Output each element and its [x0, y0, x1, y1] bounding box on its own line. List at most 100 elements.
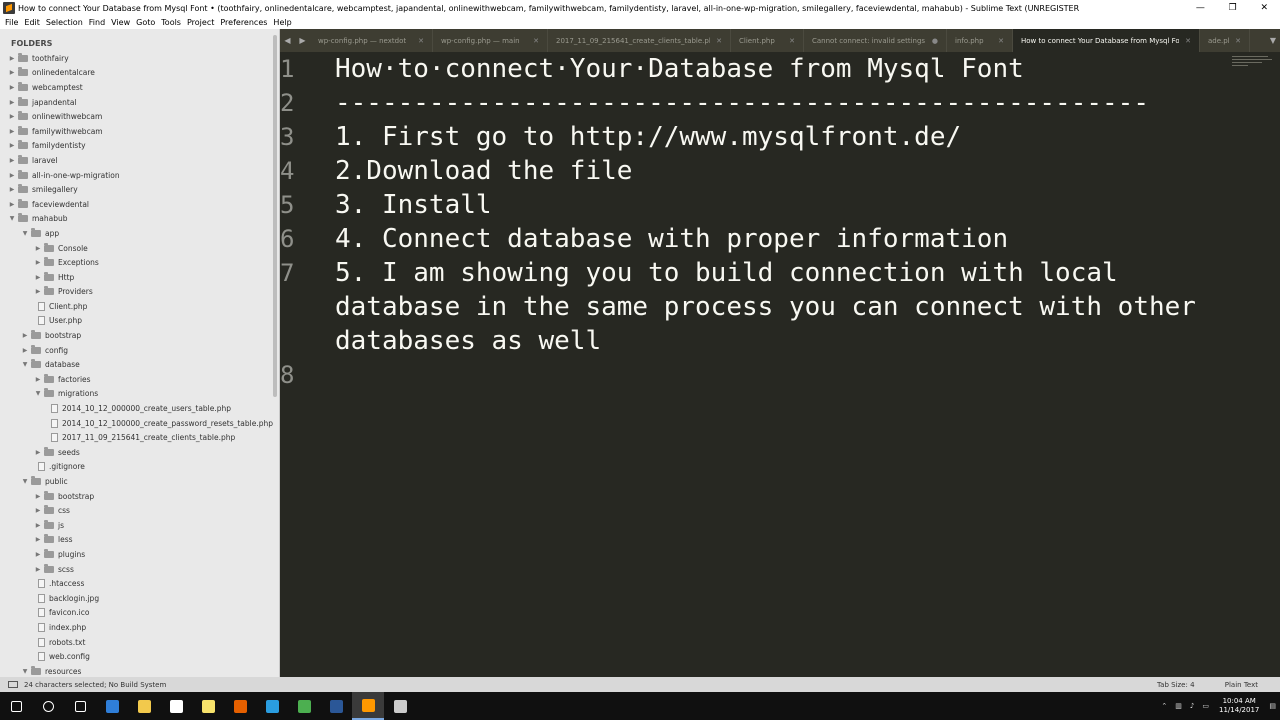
code-line[interactable]: 1. First go to http://www.mysqlfront.de/: [335, 120, 961, 154]
network-icon[interactable]: ▥: [1175, 702, 1182, 710]
sidebar-file[interactable]: web.config: [0, 649, 280, 664]
chevron-right-icon[interactable]: ▶: [8, 99, 16, 106]
tab-4[interactable]: Cannot connect: invalid settings ●: [804, 29, 947, 52]
chevron-right-icon[interactable]: ▶: [8, 84, 16, 91]
chevron-right-icon[interactable]: ▶: [34, 551, 42, 558]
sidebar-folder[interactable]: ▼ resources: [0, 664, 280, 677]
syntax-indicator[interactable]: Plain Text: [1225, 681, 1258, 689]
code-line[interactable]: How·to·connect·Your·Database from Mysql …: [335, 52, 1024, 86]
sidebar-folder[interactable]: ▼ mahabub: [0, 212, 280, 227]
tab-6[interactable]: How to connect Your Database from Mysql …: [1013, 29, 1200, 52]
sidebar-folder[interactable]: ▶ seeds: [0, 445, 280, 460]
tab-next-icon[interactable]: ▶: [299, 36, 305, 45]
taskbar-button[interactable]: [224, 692, 256, 720]
sidebar-folder[interactable]: ▶ Exceptions: [0, 255, 280, 270]
chevron-right-icon[interactable]: ▶: [21, 332, 29, 339]
sidebar-folder[interactable]: ▶ Http: [0, 270, 280, 285]
chevron-down-icon[interactable]: ▼: [21, 361, 29, 368]
sidebar-folder[interactable]: ▶ onlinewithwebcam: [0, 109, 280, 124]
sidebar-folder[interactable]: ▶ scss: [0, 562, 280, 577]
chevron-right-icon[interactable]: ▶: [8, 69, 16, 76]
code-line[interactable]: ----------------------------------------…: [335, 86, 1149, 120]
sidebar-folder[interactable]: ▶ bootstrap: [0, 489, 280, 504]
close-tab-icon[interactable]: ✕: [418, 37, 424, 45]
taskbar-button[interactable]: [320, 692, 352, 720]
tab-7[interactable]: ade.php ✕: [1200, 29, 1250, 52]
sidebar-folder[interactable]: ▶ factories: [0, 372, 280, 387]
chevron-right-icon[interactable]: ▶: [8, 113, 16, 120]
sidebar-folder[interactable]: ▶ less: [0, 533, 280, 548]
taskbar-button[interactable]: [64, 692, 96, 720]
tab-3[interactable]: Client.php ✕: [731, 29, 804, 52]
close-button[interactable]: ✕: [1261, 3, 1269, 13]
code-line[interactable]: 4. Connect database with proper informat…: [335, 222, 1008, 256]
sidebar-folder[interactable]: ▶ bootstrap: [0, 328, 280, 343]
tab-overflow-icon[interactable]: ▼: [1266, 36, 1280, 45]
code-line[interactable]: 5. I am showing you to build connection …: [335, 256, 1118, 290]
sidebar-file[interactable]: Client.php: [0, 299, 280, 314]
chevron-right-icon[interactable]: ▶: [8, 201, 16, 208]
chevron-right-icon[interactable]: ▶: [34, 245, 42, 252]
sidebar-folder[interactable]: ▼ migrations: [0, 387, 280, 402]
menu-find[interactable]: Find: [89, 18, 105, 27]
tab-size-indicator[interactable]: Tab Size: 4: [1157, 681, 1194, 689]
chevron-down-icon[interactable]: ▼: [21, 668, 29, 675]
editor[interactable]: 1 How·to·connect·Your·Database from Mysql…: [280, 52, 1280, 677]
tray-arrow-icon[interactable]: ⌃: [1161, 702, 1167, 710]
sidebar-file[interactable]: favicon.ico: [0, 606, 280, 621]
sidebar-file[interactable]: .gitignore: [0, 460, 280, 475]
sidebar-folder[interactable]: ▶ config: [0, 343, 280, 358]
tab-1[interactable]: wp-config.php — main ✕: [433, 29, 548, 52]
sidebar-folder[interactable]: ▶ onlinedentalcare: [0, 66, 280, 81]
keyboard-icon[interactable]: ▭: [1202, 702, 1209, 710]
chevron-right-icon[interactable]: ▶: [8, 172, 16, 179]
menu-project[interactable]: Project: [187, 18, 214, 27]
code-line[interactable]: database in the same process you can con…: [335, 290, 1196, 324]
taskbar-button[interactable]: [32, 692, 64, 720]
chevron-right-icon[interactable]: ▶: [8, 157, 16, 164]
menu-preferences[interactable]: Preferences: [220, 18, 267, 27]
close-tab-icon[interactable]: ✕: [789, 37, 795, 45]
chevron-right-icon[interactable]: ▶: [34, 376, 42, 383]
chevron-right-icon[interactable]: ▶: [8, 186, 16, 193]
sidebar-folder[interactable]: ▶ js: [0, 518, 280, 533]
tab-5[interactable]: info.php ✕: [947, 29, 1013, 52]
taskbar-button[interactable]: [160, 692, 192, 720]
taskbar-button[interactable]: [288, 692, 320, 720]
taskbar-button[interactable]: [192, 692, 224, 720]
chevron-right-icon[interactable]: ▶: [34, 274, 42, 281]
sidebar-folder[interactable]: ▶ familywithwebcam: [0, 124, 280, 139]
sidebar-folder[interactable]: ▶ familydentisty: [0, 139, 280, 154]
sidebar-folder[interactable]: ▶ faceviewdental: [0, 197, 280, 212]
sidebar-file[interactable]: robots.txt: [0, 635, 280, 650]
sidebar-folder[interactable]: ▶ all-in-one-wp-migration: [0, 168, 280, 183]
chevron-right-icon[interactable]: ▶: [8, 128, 16, 135]
menu-file[interactable]: File: [5, 18, 18, 27]
tab-prev-icon[interactable]: ◀: [284, 36, 290, 45]
sidebar-folder[interactable]: ▶ Console: [0, 241, 280, 256]
menu-edit[interactable]: Edit: [24, 18, 40, 27]
chevron-right-icon[interactable]: ▶: [34, 288, 42, 295]
chevron-down-icon[interactable]: ▼: [34, 390, 42, 397]
minimap[interactable]: [1232, 56, 1272, 70]
chevron-right-icon[interactable]: ▶: [34, 536, 42, 543]
chevron-down-icon[interactable]: ▼: [8, 215, 16, 222]
sidebar-folder[interactable]: ▶ toothfairy: [0, 51, 280, 66]
sidebar-folder[interactable]: ▶ smilegallery: [0, 182, 280, 197]
code-line[interactable]: databases as well: [335, 324, 601, 358]
sidebar-scrollbar[interactable]: [273, 35, 277, 397]
menu-tools[interactable]: Tools: [161, 18, 181, 27]
sidebar-folder[interactable]: ▼ app: [0, 226, 280, 241]
sidebar-file[interactable]: index.php: [0, 620, 280, 635]
sidebar-file[interactable]: .htaccess: [0, 576, 280, 591]
sidebar-file[interactable]: 2017_11_09_215641_create_clients_table.p…: [0, 430, 280, 445]
taskbar-button[interactable]: [96, 692, 128, 720]
menu-goto[interactable]: Goto: [136, 18, 155, 27]
panel-toggle-icon[interactable]: [8, 681, 18, 688]
code-line[interactable]: 2.Download the file: [335, 154, 632, 188]
sidebar-file[interactable]: 2014_10_12_000000_create_users_table.php: [0, 401, 280, 416]
taskbar-button[interactable]: [0, 692, 32, 720]
close-tab-icon[interactable]: ✕: [998, 37, 1004, 45]
taskbar-button[interactable]: [352, 692, 384, 720]
sidebar-folder[interactable]: ▶ css: [0, 503, 280, 518]
